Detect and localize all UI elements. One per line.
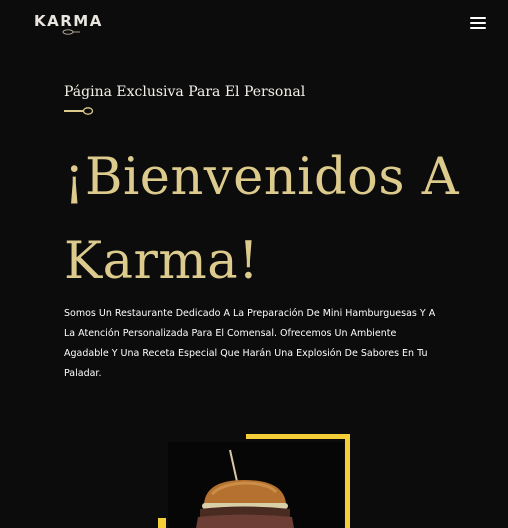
menu-icon	[470, 27, 486, 29]
menu-button[interactable]	[468, 14, 488, 32]
page: { "header": { "logo_text": "KARMA", "log…	[0, 0, 508, 528]
logo-text: KARMA	[34, 12, 103, 30]
decorative-frame-left	[158, 518, 166, 528]
intro-paragraph: Somos Un Restaurante Dedicado A La Prepa…	[64, 308, 436, 379]
menu-icon	[470, 17, 486, 19]
title-line-2: Karma!	[64, 232, 260, 291]
burger-illustration	[196, 449, 294, 528]
pan-icon	[62, 29, 80, 35]
logo[interactable]: KARMA	[34, 12, 114, 38]
title-line-1: ¡Bienvenidos A	[64, 148, 460, 207]
burger-visual	[158, 434, 350, 528]
staff-page-label: Página Exclusiva Para El Personal	[64, 84, 306, 100]
spoon-divider-icon	[64, 107, 94, 115]
page-title: ¡Bienvenidos A Karma!	[64, 136, 484, 304]
menu-icon	[470, 22, 486, 24]
mini-burger-photo	[168, 442, 344, 528]
site-header: KARMA	[0, 0, 508, 48]
